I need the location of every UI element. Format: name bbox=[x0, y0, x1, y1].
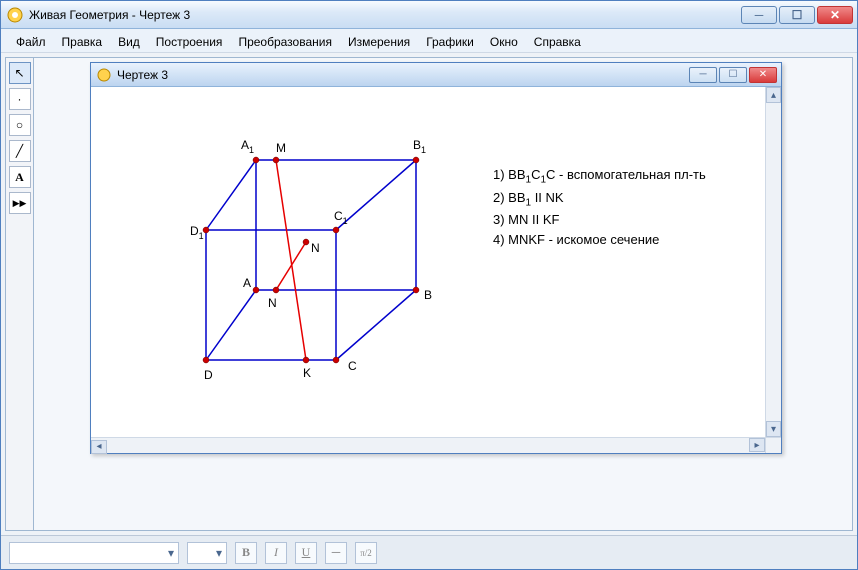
app-window: Живая Геометрия - Чертеж 3 ─ ☐ ✕ Файл Пр… bbox=[0, 0, 858, 570]
doc-maximize-button[interactable]: ☐ bbox=[719, 67, 747, 83]
minimize-button[interactable]: ─ bbox=[741, 6, 777, 24]
doc-minimize-button[interactable]: ─ bbox=[689, 67, 717, 83]
label-C: C bbox=[348, 359, 357, 373]
label-D1: D1 bbox=[190, 224, 204, 241]
label-D: D bbox=[204, 368, 213, 382]
menu-file[interactable]: Файл bbox=[9, 33, 53, 51]
format-toolbar: B I U ─ π/2 bbox=[1, 535, 857, 569]
menu-graph[interactable]: Графики bbox=[419, 33, 481, 51]
menu-help[interactable]: Справка bbox=[527, 33, 588, 51]
menu-construct[interactable]: Построения bbox=[149, 33, 230, 51]
segment-tool[interactable]: ╱ bbox=[9, 140, 31, 162]
vscroll-thumb[interactable] bbox=[768, 105, 779, 419]
scroll-corner bbox=[765, 437, 781, 453]
label-K: K bbox=[303, 366, 311, 380]
document-controls: ─ ☐ ✕ bbox=[689, 67, 777, 83]
proof-line-1: 1) BB1C1C - вспомогательная пл-ть bbox=[493, 165, 706, 188]
label-A1: A1 bbox=[241, 138, 254, 155]
bold-button[interactable]: B bbox=[235, 542, 257, 564]
point-tool[interactable]: · bbox=[9, 88, 31, 110]
document-titlebar: Чертеж 3 ─ ☐ ✕ bbox=[91, 63, 781, 87]
proof-line-3: 3) MN II KF bbox=[493, 210, 706, 230]
document-body[interactable]: A1 M B1 D1 C1 N A N B D K C bbox=[91, 87, 781, 453]
document-window: Чертеж 3 ─ ☐ ✕ bbox=[90, 62, 782, 454]
vertical-scrollbar[interactable]: ▴ ▾ bbox=[765, 87, 781, 437]
scroll-left-icon[interactable]: ◂ bbox=[91, 440, 107, 454]
geometry-diagram: A1 M B1 D1 C1 N A N B D K C bbox=[91, 87, 491, 437]
label-N-mid: N bbox=[268, 296, 277, 310]
menu-transform[interactable]: Преобразования bbox=[231, 33, 339, 51]
math-format-button[interactable]: π/2 bbox=[355, 542, 377, 564]
font-size-select[interactable] bbox=[187, 542, 227, 564]
menu-edit[interactable]: Правка bbox=[55, 33, 110, 51]
scroll-up-icon[interactable]: ▴ bbox=[766, 87, 781, 103]
document-icon bbox=[97, 68, 111, 82]
window-controls: ─ ☐ ✕ bbox=[741, 6, 853, 24]
proof-text: 1) BB1C1C - вспомогательная пл-ть 2) BB1… bbox=[493, 165, 706, 249]
scroll-down-icon[interactable]: ▾ bbox=[766, 421, 781, 437]
label-C1: C1 bbox=[334, 209, 348, 226]
proof-line-4: 4) MNKF - искомое сечение bbox=[493, 230, 706, 250]
horizontal-scrollbar[interactable]: ◂ ▸ bbox=[91, 437, 765, 453]
underline-button[interactable]: U bbox=[295, 542, 317, 564]
doc-close-button[interactable]: ✕ bbox=[749, 67, 777, 83]
app-title: Живая Геометрия - Чертеж 3 bbox=[29, 8, 741, 22]
workspace: ↖ · ○ ╱ A ▶▶ Чертеж 3 ─ ☐ ✕ bbox=[5, 57, 853, 531]
text-tool[interactable]: A bbox=[9, 166, 31, 188]
menu-view[interactable]: Вид bbox=[111, 33, 147, 51]
italic-button[interactable]: I bbox=[265, 542, 287, 564]
titlebar: Живая Геометрия - Чертеж 3 ─ ☐ ✕ bbox=[1, 1, 857, 29]
label-B: B bbox=[424, 288, 432, 302]
menu-window[interactable]: Окно bbox=[483, 33, 525, 51]
circle-tool[interactable]: ○ bbox=[9, 114, 31, 136]
proof-line-2: 2) BB1 II NK bbox=[493, 188, 706, 211]
menu-measure[interactable]: Измерения bbox=[341, 33, 417, 51]
label-N-top: N bbox=[311, 241, 320, 255]
app-icon bbox=[7, 7, 23, 23]
font-family-select[interactable] bbox=[9, 542, 179, 564]
canvas-area[interactable]: Чертеж 3 ─ ☐ ✕ bbox=[34, 58, 852, 530]
close-button[interactable]: ✕ bbox=[817, 6, 853, 24]
toolbox: ↖ · ○ ╱ A ▶▶ bbox=[6, 58, 34, 530]
misc-tool[interactable]: ▶▶ bbox=[9, 192, 31, 214]
arrow-tool[interactable]: ↖ bbox=[9, 62, 31, 84]
label-M: M bbox=[276, 141, 286, 155]
strike-button[interactable]: ─ bbox=[325, 542, 347, 564]
label-A: A bbox=[243, 276, 251, 290]
label-B1: B1 bbox=[413, 138, 426, 155]
menubar: Файл Правка Вид Построения Преобразовани… bbox=[1, 29, 857, 53]
document-title: Чертеж 3 bbox=[117, 68, 689, 82]
maximize-button[interactable]: ☐ bbox=[779, 6, 815, 24]
scroll-right-icon[interactable]: ▸ bbox=[749, 438, 765, 452]
